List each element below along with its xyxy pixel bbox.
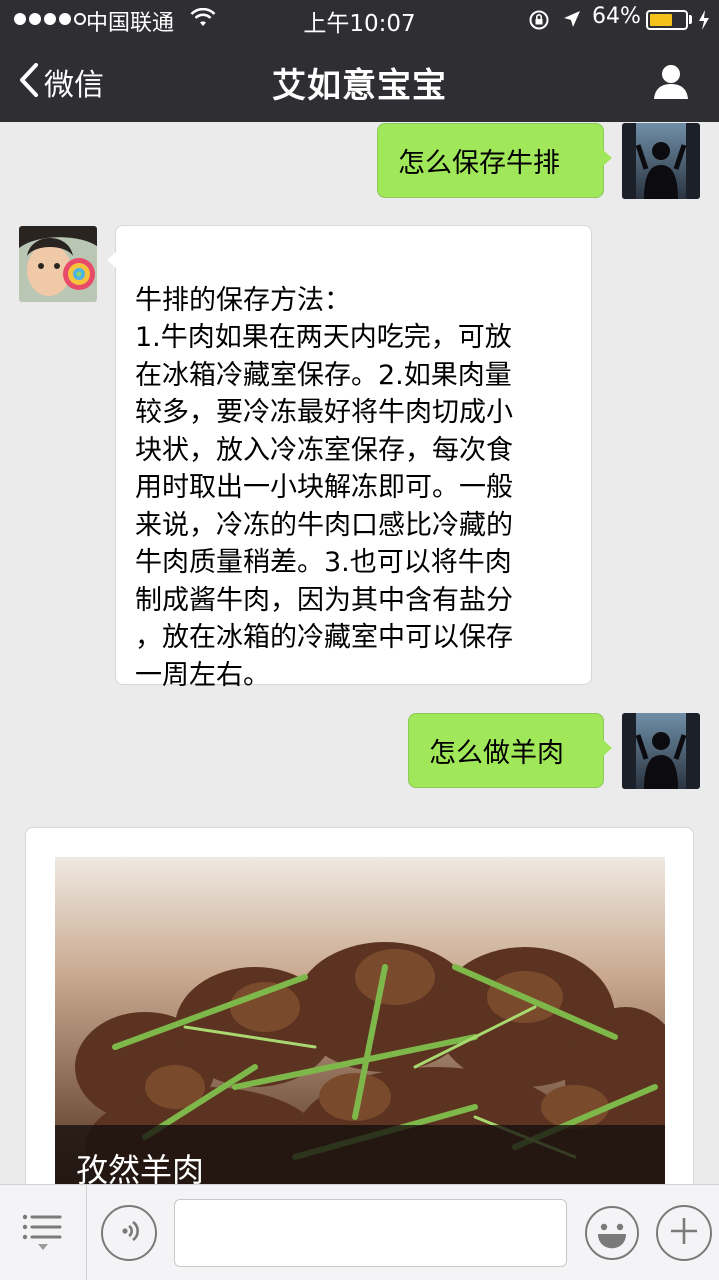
- message-text: 牛排的保存方法： 1.牛肉如果在两天内吃完，可放 在冰箱冷藏室保存。2.如果肉量…: [135, 284, 513, 691]
- battery-percent: 64%: [592, 4, 641, 29]
- contact-profile-button[interactable]: [652, 62, 690, 104]
- voice-icon: [116, 1218, 142, 1248]
- menu-button[interactable]: [22, 1213, 64, 1259]
- bot-avatar[interactable]: [19, 226, 97, 302]
- location-arrow-icon: [562, 9, 582, 35]
- plus-icon: [669, 1216, 699, 1250]
- outgoing-message-bubble[interactable]: 怎么做羊肉: [408, 713, 612, 788]
- person-icon: [652, 65, 690, 104]
- battery-tip: [689, 15, 692, 24]
- nav-bar: 微信 艾如意宝宝: [0, 40, 719, 122]
- divider: [86, 1185, 87, 1280]
- chat-title: 艾如意宝宝: [272, 66, 447, 106]
- message-text: 怎么保存牛排: [398, 148, 560, 179]
- voice-button[interactable]: [101, 1205, 157, 1261]
- recipe-card[interactable]: 孜然羊肉: [25, 827, 694, 1227]
- message-text: 怎么做羊肉: [429, 738, 564, 769]
- top-bar: 中国联通 上午10:07 64% 微信 艾如意宝宝: [0, 0, 719, 122]
- status-bar: 中国联通 上午10:07 64%: [0, 0, 719, 40]
- battery-icon: [646, 10, 688, 30]
- user-avatar[interactable]: [622, 123, 700, 199]
- battery-level-fill: [650, 14, 672, 26]
- more-button[interactable]: [656, 1205, 712, 1261]
- menu-list-icon: [22, 1214, 64, 1259]
- incoming-message-bubble[interactable]: 牛排的保存方法： 1.牛肉如果在两天内吃完，可放 在冰箱冷藏室保存。2.如果肉量…: [107, 225, 592, 691]
- emoji-button[interactable]: [584, 1205, 640, 1261]
- charging-icon: [698, 9, 710, 37]
- cumin-lamb-photo: 孜然羊肉: [55, 857, 665, 1197]
- input-bar: [0, 1184, 719, 1280]
- emoji-icon: [584, 1206, 640, 1265]
- outgoing-message-bubble[interactable]: 怎么保存牛排: [377, 123, 612, 198]
- message-input[interactable]: [174, 1199, 567, 1267]
- user-avatar[interactable]: [622, 713, 700, 789]
- rotation-lock-icon: [528, 9, 550, 37]
